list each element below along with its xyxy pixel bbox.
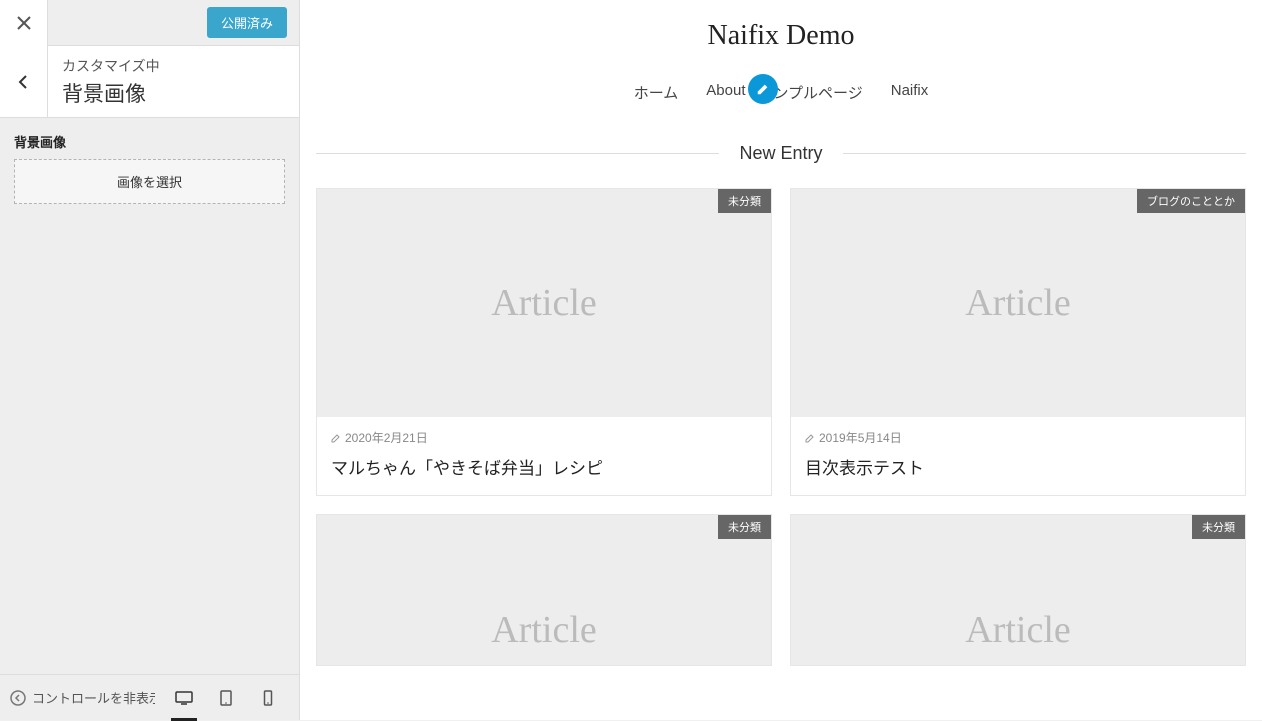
collapse-label: コントロールを非表示	[32, 688, 155, 707]
nav-about[interactable]: About	[706, 82, 745, 103]
card-date-text: 2020年2月21日	[345, 429, 428, 446]
new-entry-divider: New Entry	[316, 143, 1246, 164]
card-category-tag[interactable]: 未分類	[718, 189, 771, 213]
close-icon	[17, 16, 31, 30]
card-category-tag[interactable]: 未分類	[718, 515, 771, 539]
entry-card[interactable]: Article 未分類	[316, 514, 772, 666]
pencil-icon	[756, 82, 770, 96]
thumbnail-placeholder: Article	[965, 281, 1071, 325]
entry-card[interactable]: Article 未分類	[790, 514, 1246, 666]
card-date: 2020年2月21日	[331, 429, 757, 446]
sidebar-footer: コントロールを非表示	[0, 674, 299, 720]
card-thumbnail: Article 未分類	[791, 515, 1245, 665]
section-header: カスタマイズ中 背景画像	[0, 46, 299, 118]
customizer-sidebar: 公開済み カスタマイズ中 背景画像 背景画像 画像を選択 コントロールを非表示	[0, 0, 300, 720]
tablet-icon	[217, 689, 235, 707]
entry-card[interactable]: Article ブログのこととか 2019年5月14日 目次表示テスト	[790, 188, 1246, 496]
collapse-icon	[10, 690, 26, 706]
device-mobile-button[interactable]	[247, 675, 289, 721]
card-category-tag[interactable]: ブログのこととか	[1137, 189, 1245, 213]
mobile-icon	[259, 689, 277, 707]
card-title: マルちゃん「やきそば弁当」レシピ	[331, 454, 757, 479]
section-labels: カスタマイズ中 背景画像	[48, 46, 174, 118]
edit-date-icon	[805, 433, 815, 443]
card-date: 2019年5月14日	[805, 429, 1231, 446]
thumbnail-placeholder: Article	[491, 281, 597, 325]
sidebar-body: 背景画像 画像を選択	[0, 118, 299, 674]
edit-shortcut-button[interactable]	[748, 74, 778, 104]
section-eyebrow: カスタマイズ中	[62, 56, 160, 76]
device-tablet-button[interactable]	[205, 675, 247, 721]
nav-naifix[interactable]: Naifix	[891, 82, 929, 103]
device-buttons	[163, 675, 289, 721]
entry-card[interactable]: Article 未分類 2020年2月21日 マルちゃん「やきそば弁当」レシピ	[316, 188, 772, 496]
desktop-icon	[175, 689, 193, 707]
nav-home[interactable]: ホーム	[634, 82, 679, 103]
new-entry-label: New Entry	[739, 143, 822, 164]
edit-date-icon	[331, 433, 341, 443]
card-category-tag[interactable]: 未分類	[1192, 515, 1245, 539]
card-title: 目次表示テスト	[805, 454, 1231, 479]
card-date-text: 2019年5月14日	[819, 429, 902, 446]
card-thumbnail: Article 未分類	[317, 515, 771, 665]
sidebar-top-bar: 公開済み	[0, 0, 299, 46]
thumbnail-placeholder: Article	[965, 608, 1071, 652]
back-button[interactable]	[0, 46, 48, 118]
collapse-controls[interactable]: コントロールを非表示	[10, 688, 155, 707]
nav-sample-page[interactable]: ンプルページ	[773, 82, 862, 103]
site-title[interactable]: Naifix Demo	[300, 0, 1262, 62]
close-button[interactable]	[0, 0, 48, 46]
chevron-left-icon	[16, 74, 32, 90]
device-desktop-button[interactable]	[163, 675, 205, 721]
entry-cards: Article 未分類 2020年2月21日 マルちゃん「やきそば弁当」レシピ …	[316, 188, 1246, 666]
card-thumbnail: Article 未分類	[317, 189, 771, 417]
card-body: 2019年5月14日 目次表示テスト	[791, 417, 1245, 495]
site-nav: ホーム About ンプルページ Naifix	[300, 62, 1262, 143]
select-image-button[interactable]: 画像を選択	[14, 159, 285, 204]
publish-button[interactable]: 公開済み	[207, 7, 287, 38]
preview-pane[interactable]: Naifix Demo ホーム About ンプルページ Naifix New …	[300, 0, 1262, 720]
thumbnail-placeholder: Article	[491, 608, 597, 652]
card-thumbnail: Article ブログのこととか	[791, 189, 1245, 417]
section-title: 背景画像	[62, 78, 160, 108]
card-body: 2020年2月21日 マルちゃん「やきそば弁当」レシピ	[317, 417, 771, 495]
bg-image-label: 背景画像	[14, 132, 285, 151]
